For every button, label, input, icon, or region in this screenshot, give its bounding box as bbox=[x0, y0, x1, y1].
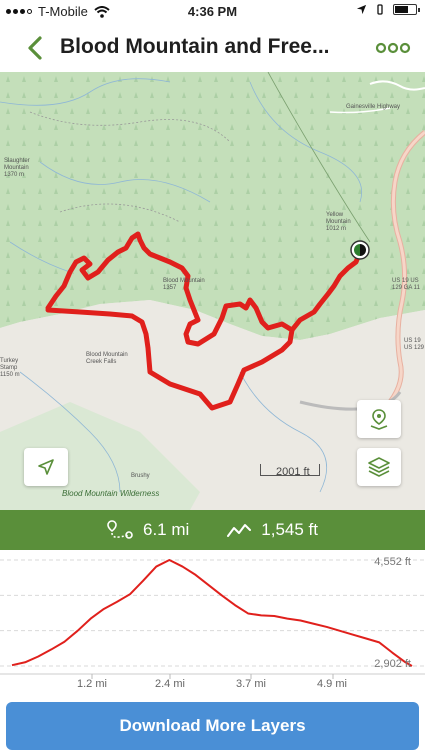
map-label-highway: Gainesville Highway bbox=[346, 104, 401, 110]
elevation-max-label: 4,552 ft bbox=[374, 556, 411, 568]
map-label-us19-bottom: US 19 US 129 bbox=[404, 338, 425, 351]
map-pin-button[interactable] bbox=[357, 400, 401, 438]
map-label-turkey: Turkey Stamp 1150 m bbox=[0, 358, 20, 378]
location-arrow-icon bbox=[356, 4, 367, 15]
elevation-chart bbox=[0, 559, 425, 679]
layers-icon bbox=[368, 457, 390, 477]
status-bar: T-Mobile 4:36 PM bbox=[0, 0, 425, 24]
elevation-gain-stat: 1,545 ft bbox=[227, 520, 318, 540]
distance-stat: 6.1 mi bbox=[107, 519, 189, 541]
elevation-line bbox=[11, 559, 413, 667]
map-label-wilderness: Blood Mountain Wilderness bbox=[62, 489, 160, 498]
x-tick-label: 2.4 mi bbox=[155, 678, 185, 690]
elevation-gain-value: 1,545 ft bbox=[261, 520, 318, 539]
more-dots-icon bbox=[375, 42, 411, 54]
map-label-yellow-mountain: Yellow Mountain 1012 m bbox=[326, 212, 351, 232]
navigation-arrow-icon bbox=[38, 459, 54, 475]
map-label-slaughter: Slaughter Mountain 1370 m bbox=[4, 158, 30, 178]
page-title: Blood Mountain and Free... bbox=[60, 35, 330, 58]
nav-header: Blood Mountain and Free... bbox=[0, 24, 425, 72]
distance-value: 6.1 mi bbox=[142, 520, 190, 539]
map-basemap bbox=[0, 72, 425, 510]
elevation-min-label: 2,902 ft bbox=[374, 658, 411, 670]
trail-map[interactable]: Blood Mountain Wilderness Blood Mountain… bbox=[0, 72, 425, 510]
map-scale-label: 2001 ft bbox=[276, 466, 310, 478]
trail-stats-bar: 6.1 mi 1,545 ft bbox=[0, 510, 425, 550]
x-tick-label: 1.2 mi bbox=[77, 678, 107, 690]
route-distance-icon bbox=[107, 520, 133, 539]
x-tick-label: 3.7 mi bbox=[236, 678, 266, 690]
battery-icon bbox=[393, 4, 420, 15]
map-label-peak: Blood Mountain 1357 bbox=[163, 278, 205, 291]
map-label-creek-falls: Blood Mountain Creek Falls bbox=[86, 352, 128, 365]
more-options-button[interactable] bbox=[375, 38, 411, 58]
map-layers-button[interactable] bbox=[357, 448, 401, 486]
alarm-icon bbox=[377, 4, 383, 15]
elevation-profile[interactable]: 4,552 ft 2,902 ft 1.2 mi 2.4 mi 3.7 mi 4… bbox=[0, 550, 425, 698]
map-label-us19-top: US 19 US 129 GA 11 bbox=[392, 278, 420, 291]
map-label-brushy: Brushy bbox=[131, 473, 150, 479]
chevron-left-icon bbox=[28, 36, 42, 60]
x-tick-label: 4.9 mi bbox=[317, 678, 347, 690]
elevation-gain-icon bbox=[227, 524, 252, 537]
map-pin-icon bbox=[370, 409, 388, 430]
back-button[interactable] bbox=[22, 34, 50, 62]
download-more-layers-button[interactable]: Download More Layers bbox=[6, 702, 419, 750]
locate-me-button[interactable] bbox=[24, 448, 68, 486]
